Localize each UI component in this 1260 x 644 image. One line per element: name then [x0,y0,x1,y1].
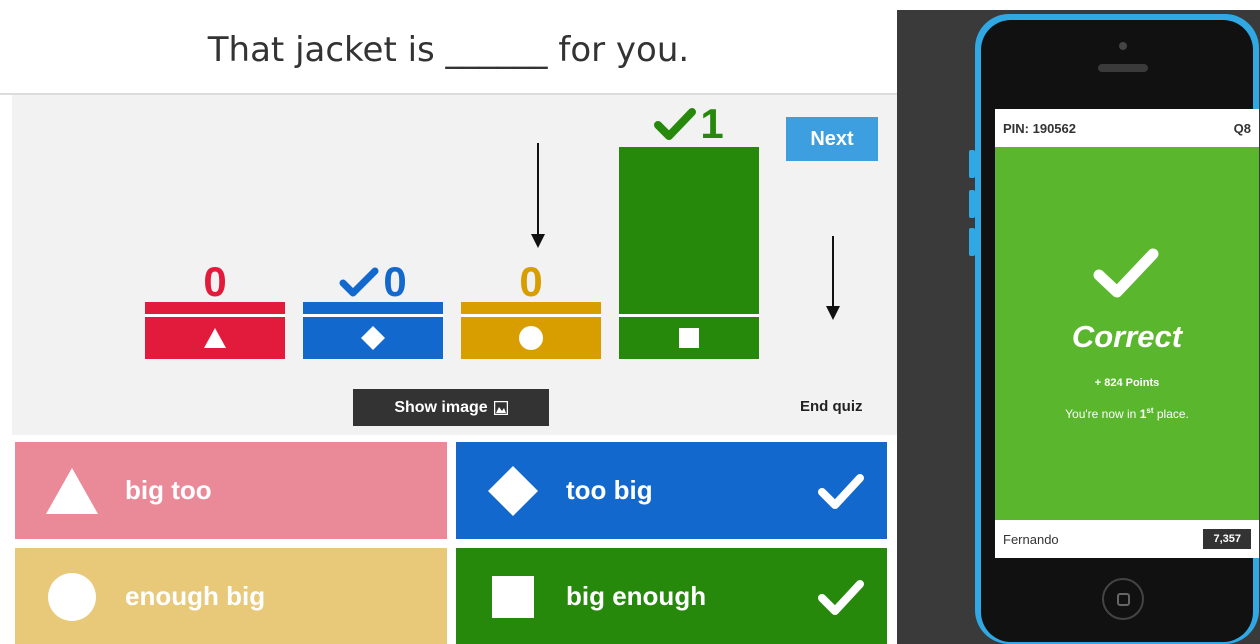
result-bar-base [461,317,601,359]
answer-option-gold[interactable]: enough big [15,548,447,644]
points-earned: + 824 Points [1094,377,1160,389]
game-pin: PIN: 190562 [1003,120,1076,136]
result-count: 0 [519,257,543,305]
answer-label: too big [566,475,653,505]
speaker-icon [1098,64,1148,72]
question-text: That jacket is ______ for you. [207,30,690,70]
answer-label: big enough [566,581,707,611]
show-image-label: Show image [394,398,488,416]
result-bar-base [619,317,759,359]
triangle-icon [204,328,226,348]
circle-icon [519,326,543,350]
triangle-icon [46,467,98,514]
question-number: Q8 [1233,120,1251,136]
next-button[interactable]: Next [786,117,878,161]
end-quiz-link[interactable]: End quiz [800,398,863,415]
result-bar [461,302,601,314]
phone-header: PIN: 190562 Q8 [995,109,1259,147]
player-score: 7,357 [1203,529,1251,549]
check-icon [818,579,864,615]
square-icon [492,575,534,618]
check-icon [1093,248,1159,298]
result-bar [145,302,285,314]
home-button[interactable] [1102,578,1144,620]
check-icon [654,107,697,140]
result-status: Correct [1071,319,1183,354]
answer-option-green[interactable]: big enough [456,548,887,644]
diamond-icon [488,465,538,516]
show-image-button[interactable]: Show image [353,389,549,426]
result-count: 1 [619,100,759,145]
result-bar [619,147,759,314]
circle-icon [48,572,96,621]
square-icon [679,328,699,348]
result-count: 0 [203,257,227,305]
diamond-icon [361,326,385,350]
phone-footer: Fernando 7,357 [995,520,1259,558]
player-name: Fernando [1003,531,1059,547]
camera-icon [1119,42,1127,50]
phone-screen: PIN: 190562 Q8 Correct + 824 Points You'… [995,109,1259,558]
answer-option-blue[interactable]: too big [456,442,887,539]
image-icon [493,400,508,415]
check-icon [818,473,864,509]
answer-label: big too [125,475,212,505]
answer-option-red[interactable]: big too [15,442,447,539]
place-text: You're now in 1st place. [1065,406,1189,421]
question-bar: That jacket is ______ for you. [0,0,897,95]
result-bar [303,302,443,314]
result-count: 0 [303,258,443,303]
answer-label: enough big [125,581,266,611]
check-icon [339,267,379,297]
result-bar-base [303,317,443,359]
result-bar-base [145,317,285,359]
